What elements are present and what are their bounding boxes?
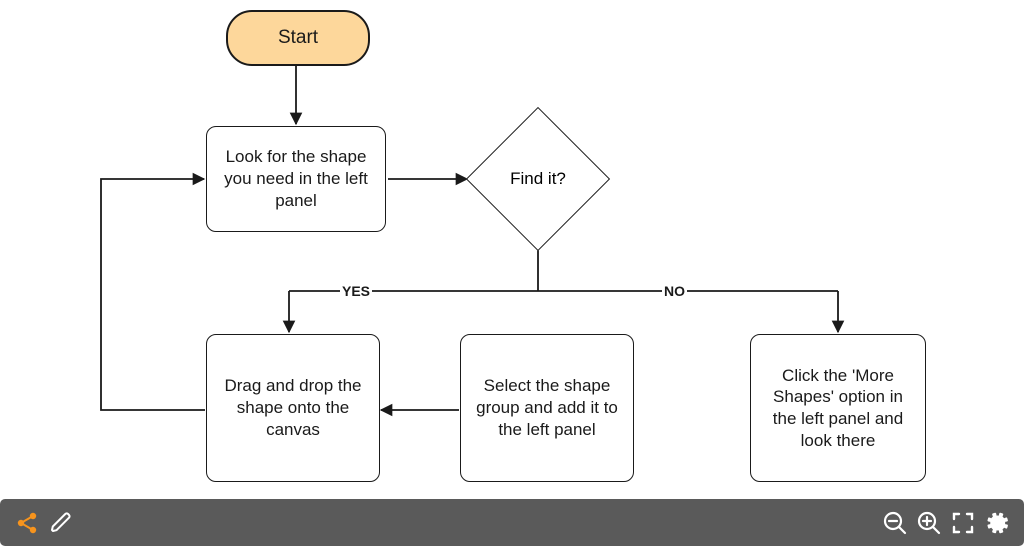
zoom-in-button[interactable] [912,506,946,540]
yes-edge-label: YES [340,283,372,299]
share-icon [14,510,40,536]
fullscreen-button[interactable] [946,506,980,540]
bottom-toolbar [0,499,1024,546]
gear-icon [984,510,1010,536]
zoom-out-button[interactable] [878,506,912,540]
no-edge-label: NO [662,283,687,299]
find-it-decision[interactable]: Find it? [487,128,589,230]
zoom-in-icon [916,510,942,536]
flowchart-canvas[interactable]: Start Look for the shape you need in the… [0,0,1024,499]
look-for-shape-node[interactable]: Look for the shape you need in the left … [206,126,386,232]
start-node[interactable]: Start [226,10,370,66]
drag-drop-node[interactable]: Drag and drop the shape onto the canvas [206,334,380,482]
settings-button[interactable] [980,506,1014,540]
more-shapes-node[interactable]: Click the 'More Shapes' option in the le… [750,334,926,482]
fullscreen-icon [950,510,976,536]
edit-button[interactable] [44,506,78,540]
select-shape-group-node[interactable]: Select the shape group and add it to the… [460,334,634,482]
zoom-out-icon [882,510,908,536]
pencil-icon [49,511,73,535]
share-button[interactable] [10,506,44,540]
decision-label: Find it? [467,128,610,230]
